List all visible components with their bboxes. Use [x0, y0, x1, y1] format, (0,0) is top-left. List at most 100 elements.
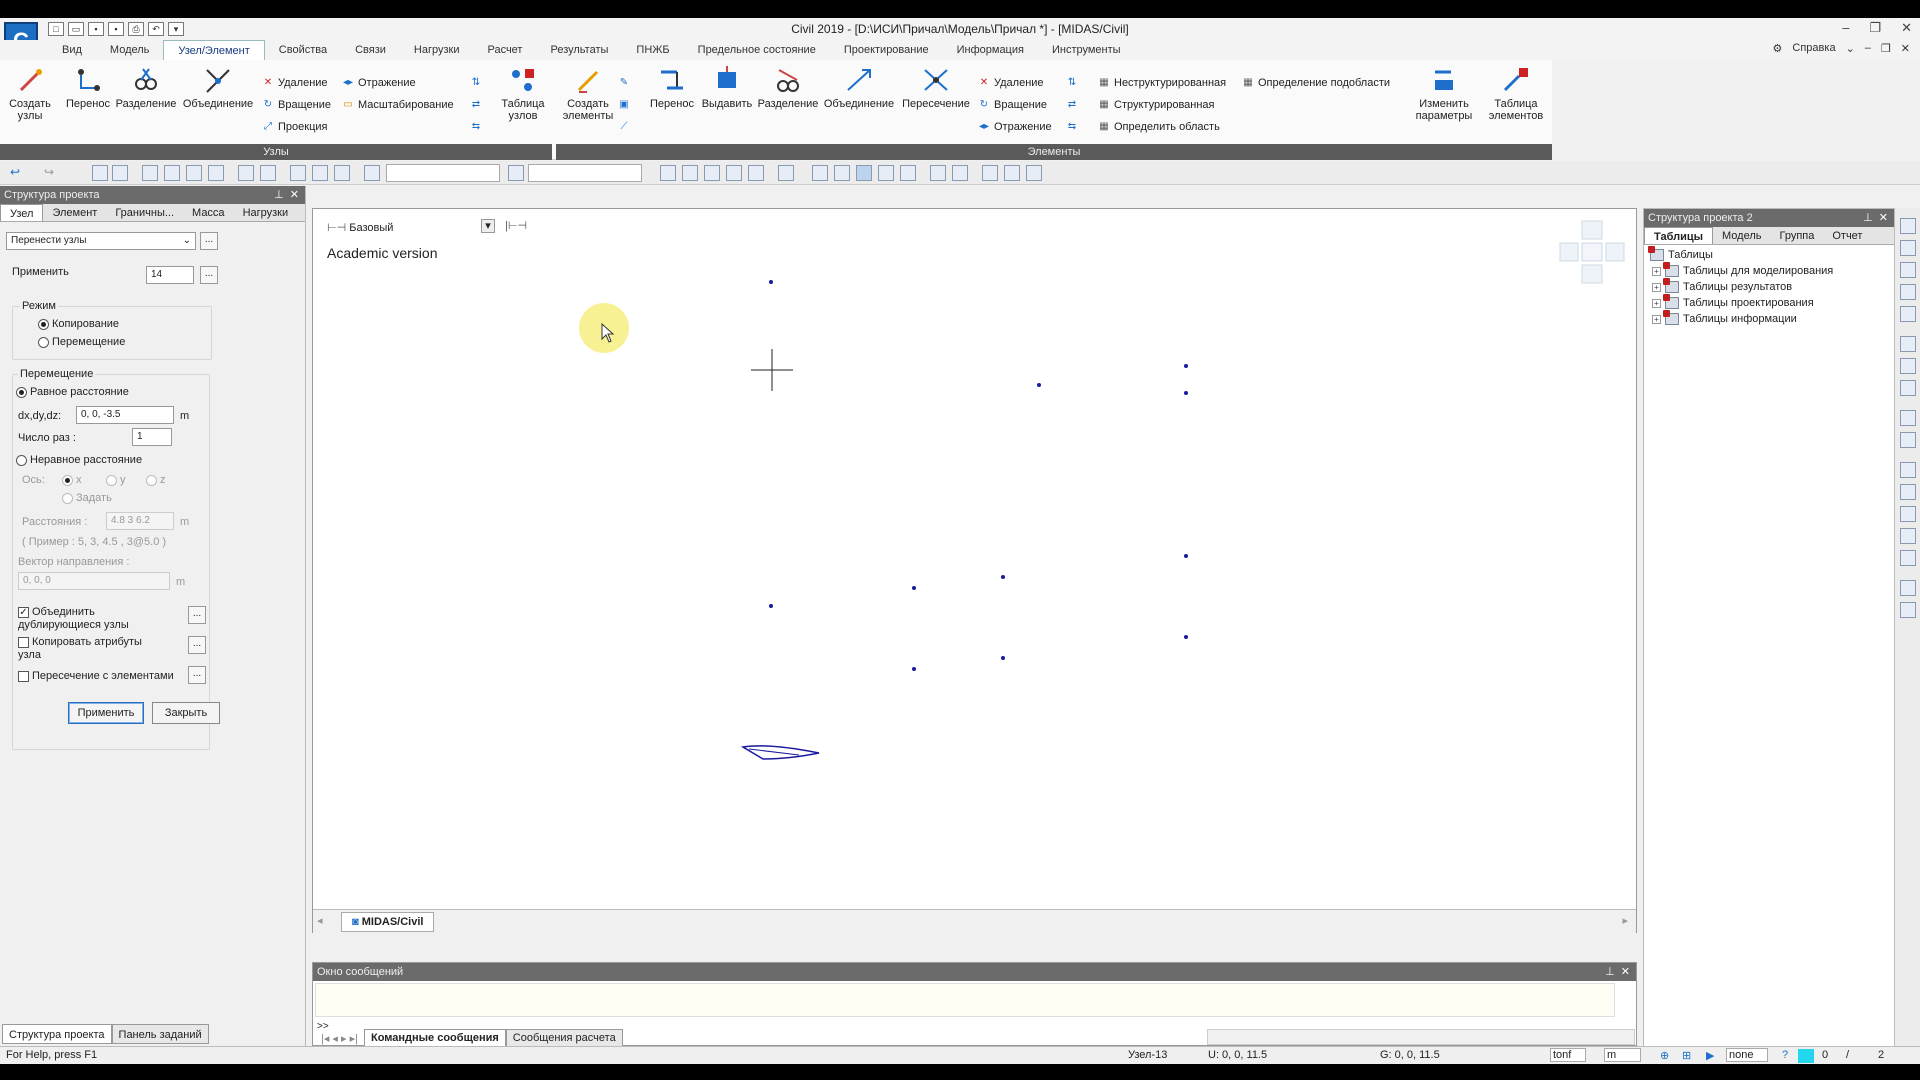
tab-group[interactable]: Группа [1770, 227, 1823, 244]
tab-properties[interactable]: Свойства [265, 40, 341, 60]
model-node[interactable] [912, 667, 916, 671]
element-tool-5-icon[interactable]: ⇄ [1066, 96, 1078, 114]
tool-l-icon[interactable] [508, 165, 524, 181]
tool-u-icon[interactable] [856, 165, 872, 181]
view-dropdown-icon[interactable]: ▾ [481, 219, 495, 233]
settings-icon[interactable]: ⚙ [1773, 42, 1783, 55]
snap-icon[interactable]: ⊕ [1660, 1049, 1669, 1062]
tab-design[interactable]: Проектирование [830, 40, 943, 60]
model-node[interactable] [1184, 554, 1188, 558]
tool-n-icon[interactable] [682, 165, 698, 181]
messages-close-icon[interactable]: ✕ [1621, 966, 1630, 978]
merge-duplicate-checkbox[interactable]: ✓ Объединить дублирующиеся узлы [18, 606, 158, 632]
tab-boundary-short[interactable]: Граничны... [106, 204, 183, 221]
model-node[interactable] [1184, 635, 1188, 639]
tool-k-icon[interactable] [334, 165, 350, 181]
axis-view-icon[interactable] [1900, 550, 1916, 566]
view-iso-1-icon[interactable] [1900, 462, 1916, 478]
tab-project-structure[interactable]: Структура проекта [2, 1024, 112, 1044]
tool-i-icon[interactable] [290, 165, 306, 181]
tool-e-icon[interactable] [186, 165, 202, 181]
direction-vector-field[interactable]: 0, 0, 0 [18, 572, 170, 590]
function-select[interactable]: Перенести узлы ⌄ [6, 232, 196, 250]
tree-root-tables[interactable]: Таблицы [1648, 246, 1713, 261]
model-node[interactable] [912, 586, 916, 590]
tool-a-icon[interactable] [92, 165, 108, 181]
color-swatch[interactable] [1798, 1049, 1814, 1063]
apply-node-field[interactable]: 14 [146, 266, 194, 284]
delete-elements-button[interactable]: ✕ Удаление [978, 74, 1044, 92]
times-stepper[interactable]: 1 [132, 428, 172, 446]
axis-set-radio[interactable]: Задать [62, 492, 112, 504]
divide-elements-button[interactable]: Разделение [756, 66, 820, 110]
render-mode-select[interactable]: none [1726, 1048, 1769, 1062]
move-radio[interactable]: Перемещение [38, 336, 125, 348]
tab-node[interactable]: Узел [0, 204, 44, 221]
tab-node-element[interactable]: Узел/Элемент [163, 39, 265, 61]
tool-w-icon[interactable] [900, 165, 916, 181]
merge-nodes-button[interactable]: Объединение [178, 66, 258, 110]
close-window-icon[interactable]: ✕ [1901, 20, 1912, 36]
grid-snap-icon[interactable]: ⊞ [1682, 1049, 1691, 1062]
node-tool-3-icon[interactable]: ⇆ [470, 118, 482, 136]
view-selector[interactable]: ⊢⊣ Базовый [327, 221, 393, 234]
right-close-icon[interactable]: ✕ [1879, 212, 1888, 224]
view-cube-icon[interactable] [1558, 219, 1632, 285]
rotate-nodes-button[interactable]: ↻ Вращение [262, 96, 331, 114]
node-table-button[interactable]: Таблица узлов [496, 66, 550, 122]
element-table-button[interactable]: Таблица элементов [1480, 66, 1552, 122]
copy-radio[interactable]: Копирование [38, 318, 119, 330]
tool-h-icon[interactable] [260, 165, 276, 181]
tab-loads[interactable]: Нагрузки [400, 40, 474, 60]
tool-v-icon[interactable] [878, 165, 894, 181]
apply-options-button[interactable]: ... [200, 266, 218, 284]
copy-attributes-checkbox[interactable]: Копировать атрибуты узла [18, 636, 158, 662]
chevron-down-icon[interactable]: ⌄ [1846, 42, 1855, 55]
tab-report[interactable]: Отчет [1823, 227, 1871, 244]
selection-combo[interactable] [386, 164, 500, 182]
equal-distance-radio[interactable]: Равное расстояние [16, 386, 129, 398]
mirror-elements-button[interactable]: ◂▸ Отражение [978, 118, 1052, 136]
view-iso-2-icon[interactable] [1900, 484, 1916, 500]
tab-element[interactable]: Элемент [43, 204, 106, 221]
tool-b-icon[interactable] [112, 165, 128, 181]
tab-pnzhb[interactable]: ПНЖБ [622, 40, 683, 60]
tree-modeling-tables[interactable]: + Таблицы для моделирования [1652, 262, 1833, 277]
tab-analysis-messages[interactable]: Сообщения расчета [505, 1029, 623, 1047]
merge-duplicate-options-button[interactable]: ... [188, 606, 206, 624]
pan-icon[interactable] [1900, 380, 1916, 396]
model-node[interactable] [769, 280, 773, 284]
scroll-left-icon[interactable]: ◂ [317, 914, 323, 927]
axis-y-radio[interactable]: y [106, 474, 126, 486]
tree-info-tables[interactable]: + Таблицы информации [1652, 310, 1797, 325]
model-viewport[interactable]: ⊢⊣ Базовый ▾ |⊢⊣ Academic version ◂ ◙ MI… [312, 208, 1637, 933]
rotate-elements-button[interactable]: ↻ Вращение [978, 96, 1047, 114]
zoom-out-icon[interactable] [1900, 284, 1916, 300]
divide-nodes-button[interactable]: Разделение [114, 66, 178, 110]
tool-d-icon[interactable] [164, 165, 180, 181]
node-tool-2-icon[interactable]: ⇄ [470, 96, 482, 114]
model-node[interactable] [1001, 575, 1005, 579]
minimize-icon[interactable]: – [1842, 20, 1849, 36]
tool-o-icon[interactable] [704, 165, 720, 181]
unequal-distance-radio[interactable]: Неравное расстояние [16, 454, 142, 466]
tab-tools[interactable]: Инструменты [1038, 40, 1135, 60]
tool-m-icon[interactable] [660, 165, 676, 181]
tab-mass[interactable]: Масса [183, 204, 234, 221]
tool-x-icon[interactable] [930, 165, 946, 181]
extrude-button[interactable]: Выдавить [698, 66, 756, 110]
mirror-nodes-button[interactable]: ◂▸ Отражение [342, 74, 416, 92]
restore-icon[interactable]: ❐ [1869, 20, 1881, 36]
tool-c-icon[interactable] [142, 165, 158, 181]
scroll-right-icon[interactable]: ▸ [1622, 914, 1628, 927]
tab-model-tree[interactable]: Модель [1713, 227, 1770, 244]
close-button[interactable]: Закрыть [152, 702, 220, 724]
tab-view[interactable]: Вид [48, 40, 96, 60]
tool-f-icon[interactable] [208, 165, 224, 181]
distances-field[interactable]: 4.8 3 6.2 [106, 512, 174, 530]
project-nodes-button[interactable]: ⤢ Проекция [262, 118, 327, 136]
tab-task-panel[interactable]: Панель заданий [111, 1024, 209, 1044]
unstructured-mesh-button[interactable]: ▦ Неструктурированная [1098, 74, 1226, 92]
messages-hscroll[interactable] [1207, 1029, 1635, 1045]
help-menu[interactable]: Справка [1792, 42, 1835, 55]
